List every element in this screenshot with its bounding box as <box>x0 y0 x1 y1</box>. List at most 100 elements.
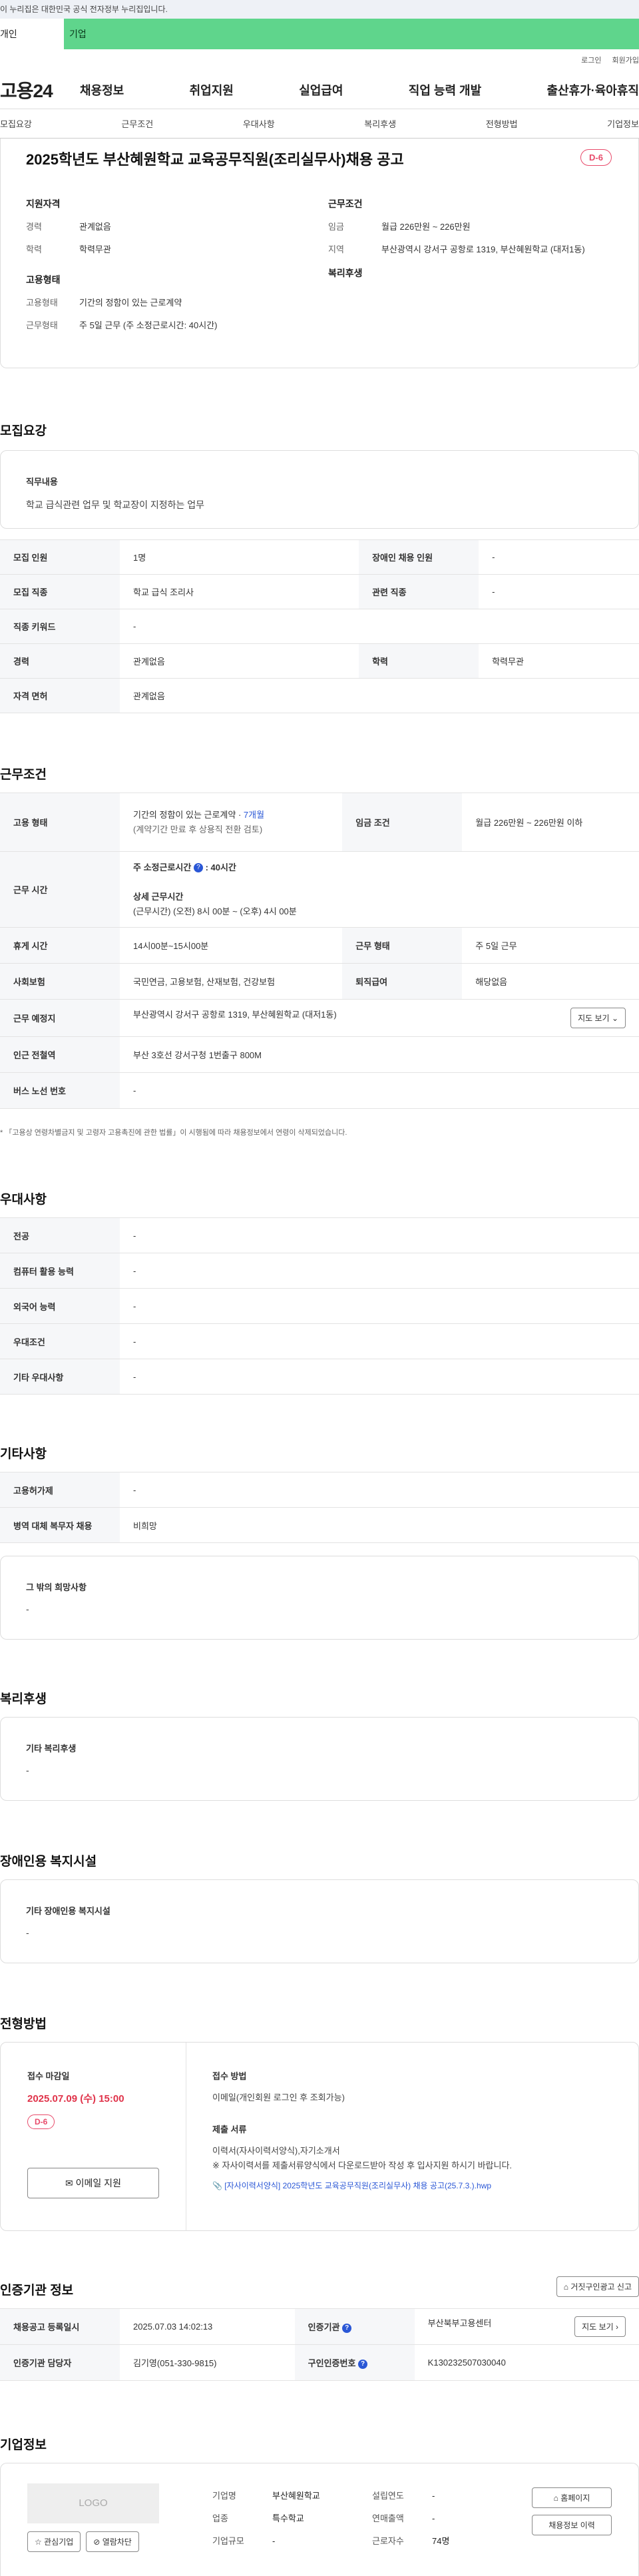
help-icon[interactable]: ? <box>342 2323 352 2333</box>
method-value: 이메일(개인회원 로그인 후 조회가능) <box>212 2093 345 2102</box>
table-key: 채용공고 등록일시 <box>0 2308 120 2345</box>
table-row: 모집 직종 학교 급식 조리사 관련 직종 - <box>0 574 639 609</box>
table-value: 주 소정근로시간 ? : 40시간 상세 근무시간 (근무시간) (오전) 8시… <box>120 851 639 928</box>
section-preference-title: 우대사항 <box>0 1193 47 1207</box>
table-value: 관계없음 <box>120 678 639 713</box>
help-icon[interactable]: ? <box>358 2359 368 2369</box>
section-recruit-title: 모집요강 <box>0 424 47 438</box>
table-value: - <box>120 609 639 644</box>
summary-left: 지원자격 경력 관계없음 학력 학력무관 고용형태 고용형태 기간의 정함이 있는 근… <box>26 197 306 342</box>
emp-sub: (계약기간 만료 후 상용직 전환 검토) <box>133 824 263 834</box>
summary-emp-type-val: 기간의 정함이 있는 근로계약 <box>79 298 182 308</box>
subnav-preference[interactable]: 우대사항 <box>243 117 275 130</box>
site-logo[interactable]: 고용24 <box>0 77 80 103</box>
table-value: 부산 3호선 강서구청 1번출구 800M <box>120 1036 639 1073</box>
table-key: 컴퓨터 활용 능력 <box>0 1253 120 1289</box>
summary-location-key: 지역 <box>328 244 344 254</box>
email-apply-label: 이메일 지원 <box>75 2178 121 2188</box>
gnb-item-vocational-training[interactable]: 직업 능력 개발 <box>409 81 481 99</box>
join-link[interactable]: 회원가입 <box>612 55 639 65</box>
table-value: 주 5일 근무 <box>462 927 639 964</box>
other-wish-value: - <box>26 1604 29 1614</box>
method-label: 접수 방법 <box>212 2071 247 2081</box>
work-map-button[interactable]: 지도 보기 ⌄ <box>570 1008 626 1028</box>
table-value: 1명 <box>120 539 359 575</box>
report-fake-ad-button[interactable]: ⌂ 거짓구인광고 신고 <box>556 2276 639 2297</box>
table-row: 직종 키워드 - <box>0 609 639 644</box>
subnav-screening[interactable]: 전형방법 <box>486 117 518 130</box>
table-row: 고용 형태 기간의 정함이 있는 근로계약 · 7개월 (계약기간 만료 후 상… <box>0 793 639 852</box>
favorite-company-button[interactable]: ☆ 관심기업 <box>27 2531 81 2552</box>
global-nav: 고용24 채용정보 취업지원 실업급여 직업 능력 개발 출산휴가·육아휴직 <box>0 71 639 109</box>
work-table: 고용 형태 기간의 정함이 있는 근로계약 · 7개월 (계약기간 만료 후 상… <box>0 793 639 1109</box>
login-link[interactable]: 로그인 <box>581 55 601 65</box>
job-title: 2025학년도 부산혜원학교 교육공무직원(조리실무사)채용 공고 <box>26 151 404 168</box>
table-row: 외국어 능력 - <box>0 1288 639 1324</box>
gnb-item-jobs[interactable]: 채용정보 <box>80 81 124 99</box>
company-actions: ☆ 관심기업 ⊘ 열람차단 <box>27 2531 139 2552</box>
hours-value: : 40시간 <box>205 862 236 872</box>
homepage-button[interactable]: ⌂ 홈페이지 <box>532 2487 612 2508</box>
table-key: 모집 인원 <box>0 539 120 575</box>
table-key: 기타 우대사항 <box>0 1359 120 1395</box>
table-key: 병역 대체 복무자 채용 <box>0 1507 120 1543</box>
method-area: 접수 방법 이메일(개인회원 로그인 후 조회가능) 제출 서류 이력서(자사이… <box>212 2069 612 2193</box>
tab-company[interactable]: 기업 <box>64 19 639 49</box>
table-value: 부산북부고용센터 지도 보기 › <box>414 2308 639 2345</box>
table-value: 기간의 정함이 있는 근로계약 · 7개월 (계약기간 만료 후 상용직 전환 … <box>120 793 343 852</box>
attachment-icon: 📎 <box>212 2181 222 2190</box>
table-key: 전공 <box>0 1217 120 1253</box>
company-scale-value: - <box>272 2536 276 2546</box>
table-key: 모집 직종 <box>0 574 120 609</box>
table-row: 사회보험 국민연금, 고용보험, 산재보험, 건강보험 퇴직급여 해당없음 <box>0 963 639 1000</box>
subnav-work[interactable]: 근무조건 <box>121 117 153 130</box>
company-box: LOGO ☆ 관심기업 ⊘ 열람차단 기업명 부산혜원학교 업종 특수학교 기업규모… <box>0 2463 639 2576</box>
email-apply-button[interactable]: ✉ 이메일 지원 <box>27 2168 159 2198</box>
deadline-value: 2025.07.09 (수) 15:00 <box>27 2093 124 2104</box>
work-place-value: 부산광역시 강서구 공항로 1319, 부산혜원학교 (대저1동) <box>133 1010 337 1020</box>
company-type-key: 업종 <box>212 2513 228 2523</box>
table-value: - <box>120 1217 639 1253</box>
table-key: 구인인증번호 ? <box>294 2344 415 2381</box>
attachment-link[interactable]: 📎 [자사이력서양식] 2025학년도 교육공무직원(조리실무사) 채용 공고(… <box>212 2178 612 2193</box>
job-history-button[interactable]: 채용정보 이력 <box>532 2515 612 2535</box>
table-value: 학교 급식 조리사 <box>120 574 359 609</box>
company-scale-key: 기업규모 <box>212 2536 244 2546</box>
gnb-item-parental-leave[interactable]: 출산휴가·육아휴직 <box>547 81 639 99</box>
table-key: 직종 키워드 <box>0 609 120 644</box>
table-value: 관계없음 <box>120 643 359 679</box>
preference-table: 전공 - 컴퓨터 활용 능력 - 외국어 능력 - 우대조건 - 기타 우대사항 - <box>0 1217 639 1395</box>
emp-months: 7개월 <box>243 809 265 820</box>
table-key: 자격 면허 <box>0 678 120 713</box>
company-year-value: - <box>432 2491 435 2501</box>
tab-person[interactable]: 개인 <box>0 19 64 49</box>
reqno-key-label: 구인인증번호 <box>308 2358 356 2368</box>
table-value: - <box>120 1072 639 1109</box>
agency-map-button[interactable]: 지도 보기 › <box>574 2316 626 2337</box>
table-value: 학력무관 <box>479 643 639 679</box>
subnav-recruit[interactable]: 모집요강 <box>0 117 32 130</box>
summary-condition-head: 근무조건 <box>328 198 363 209</box>
subnav-company[interactable]: 기업정보 <box>607 117 639 130</box>
help-icon[interactable]: ? <box>193 863 203 873</box>
docs-note: ※ 자사이력서를 제출서류양식에서 다운로드받아 작성 후 입사지원 하시기 바… <box>212 2160 513 2170</box>
table-row: 경력 관계없음 학력 학력무관 <box>0 643 639 679</box>
gnb-item-employment-support[interactable]: 취업지원 <box>190 81 234 99</box>
docs-label: 제출 서류 <box>212 2124 247 2134</box>
summary-right: 근무조건 임금 월급 226만원 ~ 226만원 지역 부산광역시 강서구 공항로 … <box>328 197 614 290</box>
subnav-welfare[interactable]: 복리후생 <box>364 117 396 130</box>
table-value: 14시00분~15시00분 <box>120 927 343 964</box>
table-key: 버스 노선 번호 <box>0 1072 120 1109</box>
agency-key-label: 인증기관 <box>308 2322 340 2332</box>
table-key: 사회보험 <box>0 963 120 1000</box>
table-key: 장애인 채용 인원 <box>359 539 479 575</box>
tab-person-label: 개인 <box>0 29 17 39</box>
age-law-note: * 「고용상 연령차별금지 및 고령자 고용촉진에 관한 법률」이 시행됨에 따… <box>0 1129 347 1137</box>
company-info-right: 설립연도 - 연매출액 - 근로자수 74명 <box>372 2485 505 2553</box>
agency-map-label: 지도 보기 <box>582 2322 614 2332</box>
detail-hours-value: (근무시간) (오전) 8시 00분 ~ (오후) 4시 00분 <box>133 906 297 916</box>
block-view-button[interactable]: ⊘ 열람차단 <box>86 2531 139 2552</box>
screening-dday-badge: D-6 <box>27 2114 55 2129</box>
section-screening-title: 전형방법 <box>0 2017 47 2031</box>
gnb-item-unemployment-benefit[interactable]: 실업급여 <box>299 81 343 99</box>
